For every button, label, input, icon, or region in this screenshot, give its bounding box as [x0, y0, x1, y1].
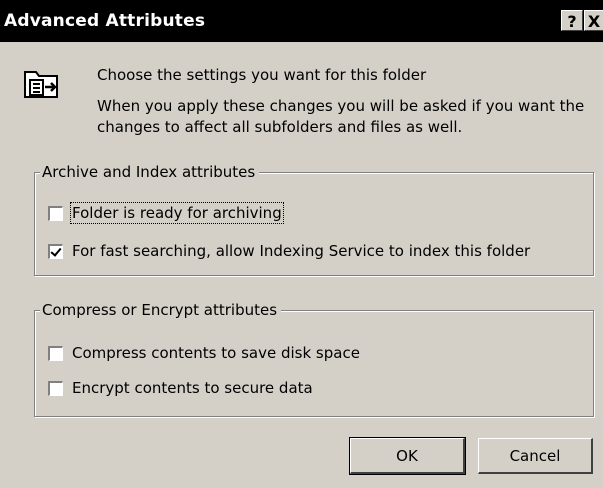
title-bar: Advanced Attributes ? X — [0, 0, 603, 42]
cancel-button[interactable]: Cancel — [478, 438, 593, 474]
encrypt-checkbox-row[interactable]: Encrypt contents to secure data — [48, 379, 313, 397]
dialog-note: When you apply these changes you will be… — [97, 97, 585, 136]
indexing-label: For fast searching, allow Indexing Servi… — [72, 242, 531, 260]
close-button[interactable]: X — [584, 10, 603, 31]
window-title: Advanced Attributes — [4, 11, 206, 31]
help-button[interactable]: ? — [561, 10, 583, 31]
advanced-attributes-dialog: Advanced Attributes ? X Choose the setti… — [0, 0, 603, 488]
archiving-checkbox-row[interactable]: Folder is ready for archiving — [48, 202, 284, 224]
encrypt-label: Encrypt contents to secure data — [72, 379, 313, 397]
group-frame — [34, 310, 594, 417]
archive-index-group: Archive and Index attributes Folder is r… — [34, 163, 594, 276]
folder-properties-icon — [22, 67, 62, 103]
compress-checkbox[interactable] — [48, 345, 63, 361]
dialog-heading: Choose the settings you want for this fo… — [97, 66, 427, 84]
archiving-checkbox[interactable] — [48, 205, 63, 221]
group-frame — [34, 172, 594, 276]
indexing-checkbox-row[interactable]: For fast searching, allow Indexing Servi… — [48, 242, 530, 260]
group-legend: Archive and Index attributes — [40, 163, 260, 181]
group-legend: Compress or Encrypt attributes — [40, 301, 282, 319]
ok-button[interactable]: OK — [349, 437, 466, 475]
compress-label: Compress contents to save disk space — [72, 344, 360, 362]
encrypt-checkbox[interactable] — [48, 380, 63, 396]
compress-encrypt-group: Compress or Encrypt attributes Compress … — [34, 301, 594, 417]
archiving-label: Folder is ready for archiving — [70, 202, 284, 224]
compress-checkbox-row[interactable]: Compress contents to save disk space — [48, 344, 360, 362]
indexing-checkbox[interactable] — [48, 243, 63, 259]
